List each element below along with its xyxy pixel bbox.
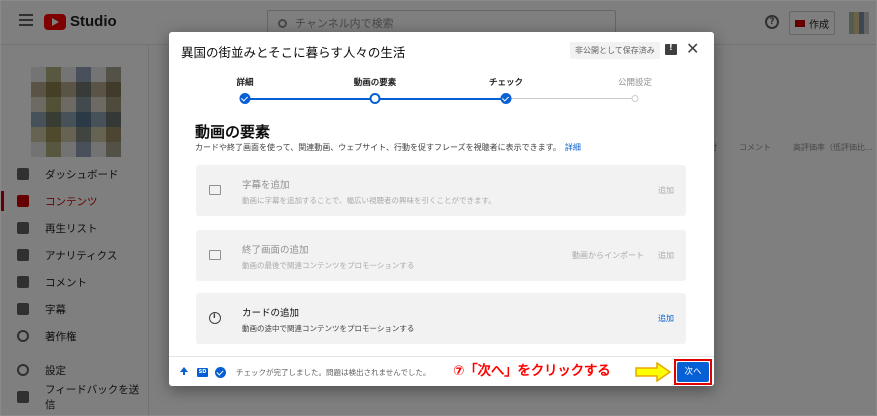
section-description-text: カードや終了画面を使って、関連動画、ウェブサイト、行動を促すフレーズを視聴者に表… bbox=[195, 143, 561, 152]
step-checks-check-icon[interactable] bbox=[500, 93, 512, 104]
import-from-video-button[interactable]: 動画からインポート bbox=[572, 250, 644, 261]
step-visibility-empty-icon[interactable] bbox=[631, 95, 639, 102]
step-label-visibility[interactable]: 公開設定 bbox=[618, 76, 652, 88]
step-label-elements[interactable]: 動画の要素 bbox=[354, 76, 397, 88]
dialog-content: 動画の要素 カードや終了画面を使って、関連動画、ウェブサイト、行動を促すフレーズ… bbox=[169, 120, 714, 356]
draft-status-badge: 非公開として保存済み bbox=[570, 42, 660, 59]
section-title: 動画の要素 bbox=[195, 123, 271, 141]
arrow-right-icon bbox=[635, 362, 671, 382]
subtitles-icon bbox=[209, 185, 221, 195]
upload-stepper: 詳細 動画の要素 チェック 公開設定 bbox=[169, 68, 714, 120]
add-cards-button[interactable]: 追加 bbox=[658, 313, 674, 324]
dialog-title: 異国の街並みとそこに暮らす人々の生活 bbox=[181, 45, 406, 60]
card-title: 終了画面の追加 bbox=[242, 245, 309, 256]
add-subtitles-card: 字幕を追加 動画に字幕を追加することで、幅広い視聴者の興味を引くことができます。… bbox=[196, 165, 686, 216]
card-title: 字幕を追加 bbox=[242, 180, 290, 191]
step-label-details[interactable]: 詳細 bbox=[236, 76, 253, 88]
info-icon bbox=[209, 311, 221, 324]
step-details-check-icon[interactable] bbox=[239, 93, 251, 104]
sd-badge-icon: SD bbox=[197, 368, 208, 377]
add-subtitles-button[interactable]: 追加 bbox=[658, 185, 674, 196]
upload-dialog: 異国の街並みとそこに暮らす人々の生活 非公開として保存済み ✕ 詳細 動画の要素… bbox=[169, 32, 714, 386]
learn-more-link[interactable]: 詳細 bbox=[565, 143, 581, 152]
add-cards-card: カードの追加 動画の途中で関連コンテンツをプロモーションする 追加 bbox=[196, 293, 686, 344]
end-screen-icon bbox=[209, 250, 221, 260]
card-subtitle: 動画の途中で関連コンテンツをプロモーションする bbox=[242, 324, 415, 333]
instruction-annotation: ⑦「次へ」をクリックする bbox=[453, 363, 611, 379]
stepper-remaining-line bbox=[506, 98, 634, 99]
card-title: カードの追加 bbox=[242, 308, 300, 319]
step-label-checks[interactable]: チェック bbox=[489, 76, 523, 88]
footer-status-text: チェックが完了しました。問題は検出されませんでした。 bbox=[236, 368, 431, 377]
next-button-highlight: 次へ bbox=[674, 359, 712, 385]
card-subtitle: 動画の最後で関連コンテンツをプロモーションする bbox=[242, 261, 415, 270]
section-description: カードや終了画面を使って、関連動画、ウェブサイト、行動を促すフレーズを視聴者に表… bbox=[195, 142, 581, 153]
add-end-screen-card: 終了画面の追加 動画の最後で関連コンテンツをプロモーションする 動画からインポー… bbox=[196, 230, 686, 281]
add-end-screen-button[interactable]: 追加 bbox=[658, 250, 674, 261]
card-subtitle: 動画に字幕を追加することで、幅広い視聴者の興味を引くことができます。 bbox=[242, 196, 496, 205]
close-icon[interactable]: ✕ bbox=[686, 39, 699, 59]
upload-icon bbox=[180, 367, 188, 375]
dialog-footer: SD チェックが完了しました。問題は検出されませんでした。 bbox=[169, 356, 714, 386]
dialog-header: 異国の街並みとそこに暮らす人々の生活 非公開として保存済み ✕ bbox=[169, 32, 714, 68]
report-feedback-icon[interactable] bbox=[665, 43, 677, 55]
next-button[interactable]: 次へ bbox=[677, 362, 709, 382]
screenshot-frame: Studio チャンネル内で検索 ? 作成 ダッシュボード コンテンツ 再生リス… bbox=[0, 0, 877, 416]
step-elements-current-icon[interactable] bbox=[369, 93, 381, 104]
checks-complete-icon bbox=[215, 367, 226, 378]
